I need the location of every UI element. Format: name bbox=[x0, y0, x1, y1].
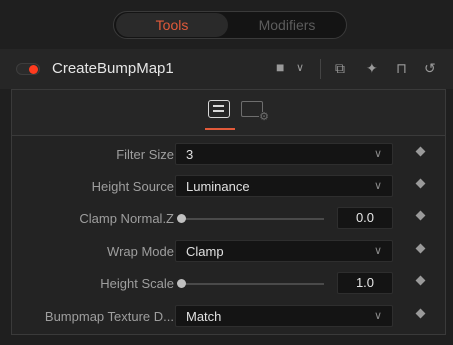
window-icon[interactable]: ⧉ bbox=[335, 60, 345, 77]
tab-tools[interactable]: Tools bbox=[116, 13, 228, 37]
active-tab-underline bbox=[205, 128, 235, 130]
wrap-mode-value: Clamp bbox=[186, 244, 224, 259]
keyframe-icon[interactable] bbox=[415, 243, 426, 254]
node-name: CreateBumpMap1 bbox=[52, 60, 174, 77]
clamp-normal-z-knob[interactable] bbox=[177, 214, 186, 223]
wrap-mode-label: Wrap Mode bbox=[107, 244, 174, 259]
height-source-row: Height Source Luminance ∨ bbox=[12, 174, 445, 200]
panel-tab-bar: ⚙ bbox=[12, 90, 445, 136]
chevron-down-icon: ∨ bbox=[373, 310, 382, 322]
chevron-down-icon: ∨ bbox=[373, 180, 382, 192]
wrap-mode-dropdown[interactable]: Clamp ∨ bbox=[175, 240, 393, 262]
chevron-down-icon[interactable]: ∨ bbox=[296, 61, 304, 74]
bumpmap-texture-depth-label: Bumpmap Texture D... bbox=[44, 309, 174, 324]
filter-size-row: Filter Size 3 ∨ bbox=[12, 142, 445, 168]
keyframe-icon[interactable] bbox=[415, 275, 426, 286]
tool-tab-bar: Tools Modifiers bbox=[113, 11, 347, 39]
bumpmap-texture-depth-value: Match bbox=[186, 309, 222, 324]
tab-modifiers[interactable]: Modifiers bbox=[230, 12, 344, 38]
toggle-dot bbox=[29, 65, 38, 74]
bumpmap-texture-depth-dropdown[interactable]: Match ∨ bbox=[175, 305, 393, 327]
keyframe-icon[interactable] bbox=[415, 308, 426, 319]
clamp-normal-z-input[interactable]: 0.0 bbox=[337, 207, 393, 229]
header-divider bbox=[320, 59, 321, 79]
reset-icon[interactable]: ↺ bbox=[424, 60, 436, 77]
keyframe-icon[interactable] bbox=[415, 178, 426, 189]
filter-size-label: Filter Size bbox=[116, 147, 174, 162]
controls-tab-icon[interactable] bbox=[208, 100, 230, 118]
height-source-value: Luminance bbox=[186, 179, 250, 194]
clamp-normal-z-slider[interactable] bbox=[182, 218, 324, 220]
node-enable-toggle[interactable] bbox=[16, 63, 40, 75]
lock-icon[interactable]: ⊓ bbox=[396, 60, 407, 77]
chevron-down-icon: ∨ bbox=[373, 148, 382, 160]
controls-line bbox=[213, 110, 224, 112]
keyframe-icon[interactable] bbox=[415, 210, 426, 221]
clamp-normal-z-row: Clamp Normal.Z 0.0 bbox=[12, 206, 445, 232]
node-header: CreateBumpMap1 ■ ∨ ⧉ ✦ ⊓ ↺ bbox=[0, 49, 453, 89]
clamp-normal-z-label: Clamp Normal.Z bbox=[79, 211, 174, 226]
height-scale-knob[interactable] bbox=[177, 279, 186, 288]
height-scale-input[interactable]: 1.0 bbox=[337, 272, 393, 294]
wrap-mode-row: Wrap Mode Clamp ∨ bbox=[12, 239, 445, 265]
color-square-icon[interactable]: ■ bbox=[276, 59, 284, 75]
height-scale-slider[interactable] bbox=[182, 283, 324, 285]
filter-size-value: 3 bbox=[186, 147, 194, 162]
height-source-dropdown[interactable]: Luminance ∨ bbox=[175, 175, 393, 197]
height-source-label: Height Source bbox=[91, 179, 174, 194]
chevron-down-icon: ∨ bbox=[373, 245, 382, 257]
bumpmap-texture-depth-row: Bumpmap Texture D... Match ∨ bbox=[12, 304, 445, 330]
controls-line bbox=[213, 105, 224, 107]
settings-tab-icon[interactable]: ⚙ bbox=[241, 101, 269, 123]
inspector-panel: ⚙ Filter Size 3 ∨ Height Source Luminanc… bbox=[11, 89, 446, 335]
pin-icon[interactable]: ✦ bbox=[366, 60, 378, 77]
height-scale-label: Height Scale bbox=[100, 276, 174, 291]
height-scale-row: Height Scale 1.0 bbox=[12, 271, 445, 297]
filter-size-dropdown[interactable]: 3 ∨ bbox=[175, 143, 393, 165]
gear-icon: ⚙ bbox=[259, 111, 269, 123]
keyframe-icon[interactable] bbox=[415, 146, 426, 157]
